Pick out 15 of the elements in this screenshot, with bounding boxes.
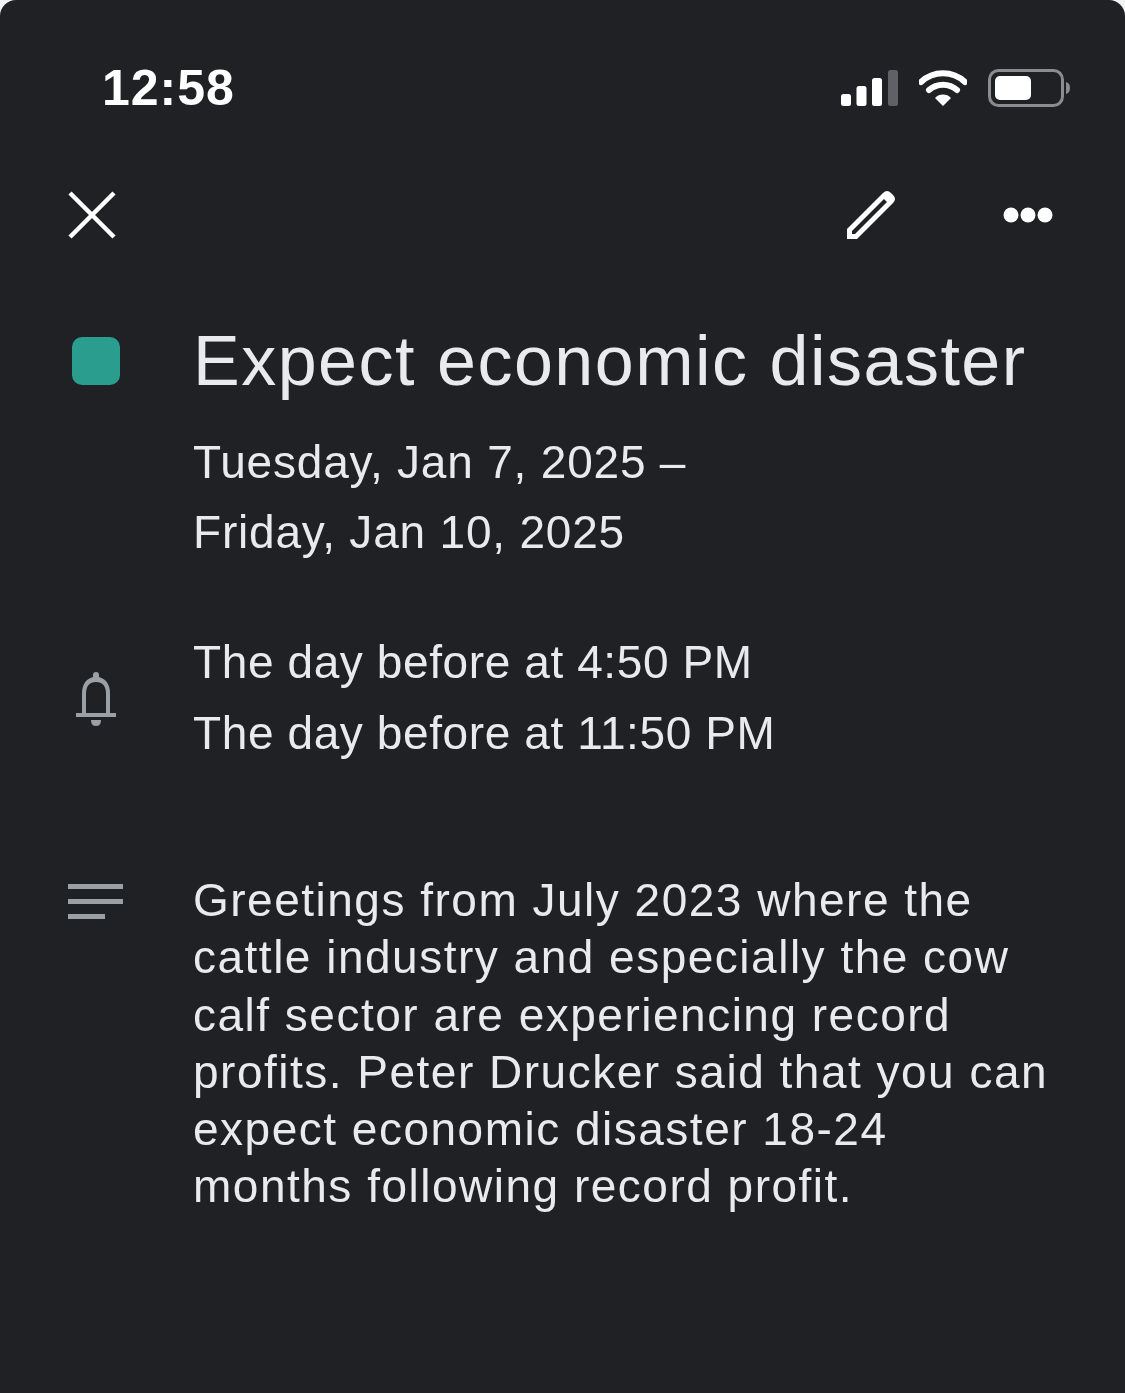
reminder-text: The day before at 11:50 PM — [193, 706, 776, 761]
close-button[interactable] — [68, 191, 116, 239]
event-date: Friday, Jan 10, 2025 — [193, 505, 626, 560]
notes-icon — [68, 884, 123, 920]
status-time: 12:58 — [102, 59, 235, 117]
more-icon — [1003, 207, 1053, 223]
more-button[interactable] — [1003, 207, 1053, 223]
reminder-text: The day before at 4:50 PM — [193, 635, 754, 690]
event-date: Tuesday, Jan 7, 2025 – — [193, 435, 687, 490]
event-description: Greetings from July 2023 where the cattle industry and especially the cow calf sector are experiencing record profits. Peter Drucker said that you can expect economic disaster 18-24 months following record profit. — [193, 873, 1050, 1215]
wifi-icon — [919, 70, 967, 106]
event-title: Expect economic disaster — [193, 321, 1027, 401]
battery-icon — [988, 69, 1070, 107]
signal-icon — [841, 70, 898, 106]
close-icon — [68, 191, 116, 239]
